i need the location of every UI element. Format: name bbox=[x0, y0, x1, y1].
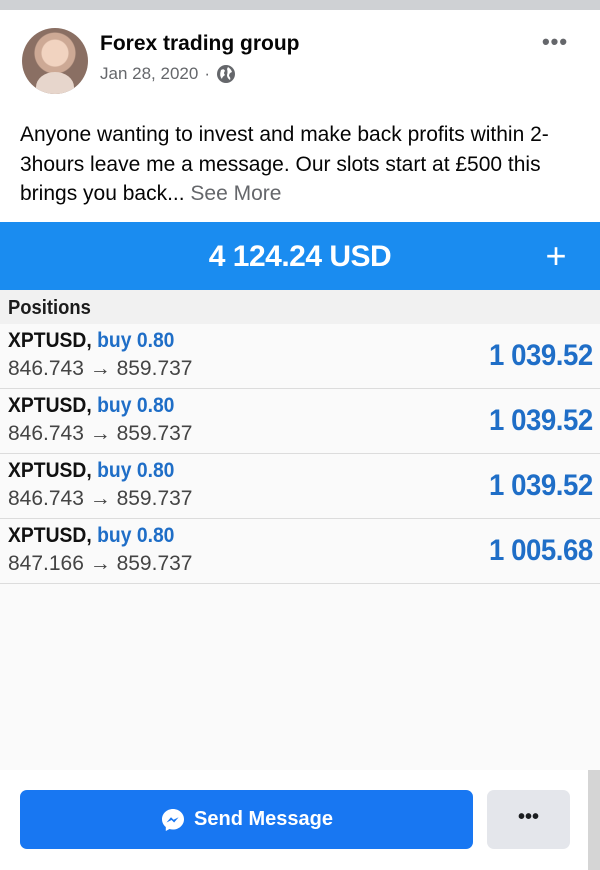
trading-screenshot: 4 124.24 USD + Positions XPTUSD, buy 0.8… bbox=[0, 222, 600, 770]
positions-header: Positions bbox=[0, 290, 600, 324]
positions-list: XPTUSD, buy 0.80 846.743 → 859.737 1 039… bbox=[0, 324, 600, 584]
position-prices: 846.743 → 859.737 bbox=[8, 487, 193, 510]
balance-bar: 4 124.24 USD + bbox=[0, 222, 600, 290]
position-row: XPTUSD, buy 0.80 846.743 → 859.737 1 039… bbox=[0, 389, 600, 454]
position-label: XPTUSD, buy 0.80 bbox=[8, 459, 174, 483]
position-side: buy 0.80 bbox=[97, 524, 175, 547]
more-options-button[interactable]: ••• bbox=[487, 790, 570, 849]
see-more-link[interactable]: See More bbox=[190, 182, 281, 205]
position-prices: 847.166 → 859.737 bbox=[8, 552, 193, 575]
post-body: Anyone wanting to invest and make back p… bbox=[20, 120, 590, 209]
position-symbol: XPTUSD, bbox=[8, 524, 92, 547]
position-symbol: XPTUSD, bbox=[8, 459, 92, 482]
position-profit: 1 005.68 bbox=[489, 534, 593, 567]
position-symbol: XPTUSD, bbox=[8, 329, 92, 352]
position-symbol: XPTUSD, bbox=[8, 394, 92, 417]
position-profit: 1 039.52 bbox=[489, 339, 593, 372]
messenger-icon bbox=[160, 807, 186, 833]
position-profit: 1 039.52 bbox=[489, 404, 593, 437]
post-meta: Jan 28, 2020 · bbox=[100, 64, 236, 84]
avatar[interactable] bbox=[22, 28, 88, 94]
send-message-label: Send Message bbox=[194, 808, 333, 830]
position-prices: 846.743 → 859.737 bbox=[8, 357, 193, 380]
post-options-button[interactable]: ••• bbox=[535, 30, 575, 54]
position-side: buy 0.80 bbox=[97, 394, 175, 417]
position-side: buy 0.80 bbox=[97, 459, 175, 482]
position-row: XPTUSD, buy 0.80 846.743 → 859.737 1 039… bbox=[0, 324, 600, 389]
meta-separator: · bbox=[204, 64, 210, 83]
post-date[interactable]: Jan 28, 2020 bbox=[100, 64, 198, 84]
balance-value: 4 124.24 USD bbox=[208, 240, 392, 273]
send-message-button[interactable]: Send Message bbox=[20, 790, 473, 849]
position-row: XPTUSD, buy 0.80 846.743 → 859.737 1 039… bbox=[0, 454, 600, 519]
position-prices: 846.743 → 859.737 bbox=[8, 422, 193, 445]
plus-icon: + bbox=[545, 235, 567, 276]
post-header: Forex trading group Jan 28, 2020 · ••• bbox=[0, 10, 600, 110]
group-name-link[interactable]: Forex trading group bbox=[100, 32, 300, 56]
post-text: Anyone wanting to invest and make back p… bbox=[20, 123, 549, 205]
top-divider bbox=[0, 0, 600, 10]
position-row: XPTUSD, buy 0.80 847.166 → 859.737 1 005… bbox=[0, 519, 600, 584]
position-side: buy 0.80 bbox=[97, 329, 175, 352]
positions-title: Positions bbox=[8, 297, 91, 319]
position-label: XPTUSD, buy 0.80 bbox=[8, 524, 174, 548]
scrollbar[interactable] bbox=[588, 770, 600, 870]
position-label: XPTUSD, buy 0.80 bbox=[8, 394, 174, 418]
position-profit: 1 039.52 bbox=[489, 469, 593, 502]
position-label: XPTUSD, buy 0.80 bbox=[8, 329, 174, 353]
globe-icon bbox=[216, 64, 236, 84]
